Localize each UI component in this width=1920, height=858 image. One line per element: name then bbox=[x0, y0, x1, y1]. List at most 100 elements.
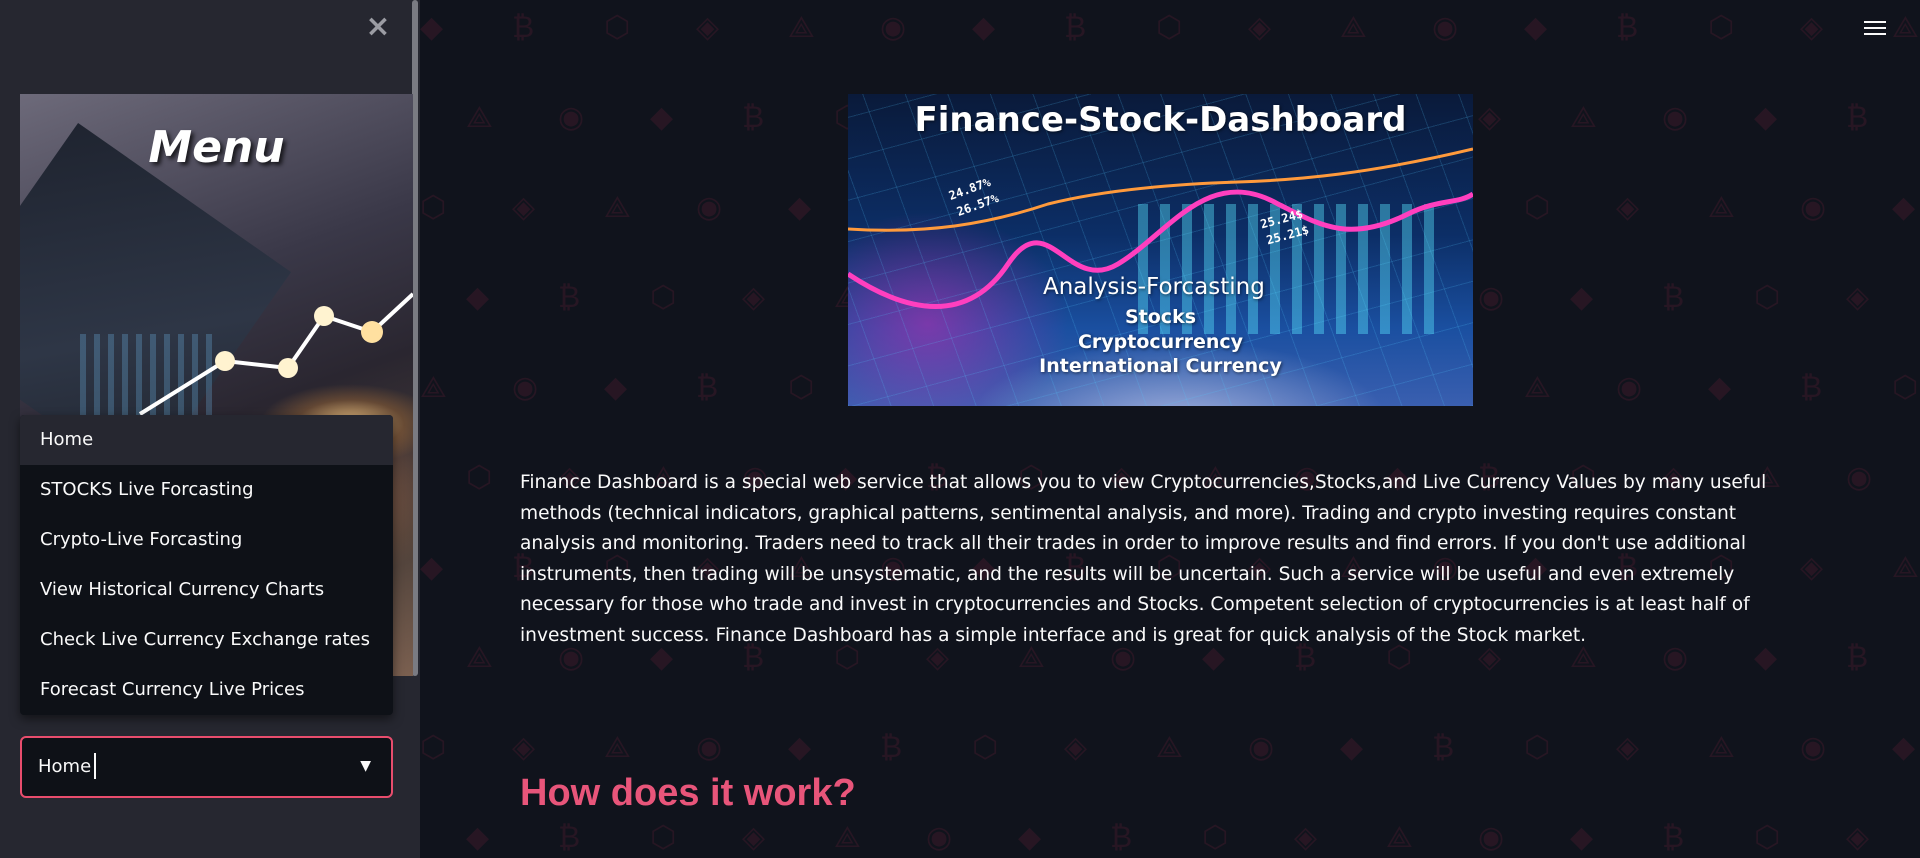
crypto-glyph-icon: ₿ bbox=[742, 100, 765, 135]
crypto-glyph-icon: ⟁ bbox=[788, 10, 815, 45]
crypto-glyph-icon: ◆ bbox=[1340, 730, 1364, 765]
menu-image-title: Menu bbox=[148, 122, 285, 173]
crypto-glyph-icon: ⟁ bbox=[466, 640, 493, 675]
crypto-glyph-icon: ◈ bbox=[1616, 730, 1640, 765]
crypto-glyph-icon: ⬡ bbox=[420, 730, 447, 765]
crypto-glyph-icon: ⟁ bbox=[1524, 370, 1551, 405]
crypto-glyph-icon: ◈ bbox=[512, 190, 536, 225]
crypto-glyph-icon: ⟁ bbox=[604, 730, 631, 765]
dropdown-option[interactable]: Forecast Currency Live Prices bbox=[20, 665, 393, 715]
crypto-glyph-icon: ₿ bbox=[1846, 100, 1869, 135]
crypto-glyph-icon: ⬡ bbox=[1754, 280, 1781, 315]
crypto-glyph-icon: ⬡ bbox=[1524, 730, 1551, 765]
crypto-glyph-icon: ⬡ bbox=[420, 190, 447, 225]
crypto-glyph-icon: ₿ bbox=[512, 10, 535, 45]
crypto-glyph-icon: ◉ bbox=[1800, 730, 1827, 765]
crypto-glyph-icon: ⟁ bbox=[420, 370, 447, 405]
crypto-glyph-icon: ⟁ bbox=[1892, 10, 1919, 45]
crypto-glyph-icon: ◉ bbox=[926, 820, 953, 855]
crypto-glyph-icon: ◈ bbox=[742, 280, 766, 315]
crypto-glyph-icon: ◆ bbox=[420, 550, 444, 585]
banner-line: Stocks bbox=[1124, 306, 1197, 328]
crypto-glyph-icon: ⬡ bbox=[1754, 820, 1781, 855]
crypto-glyph-icon: ◉ bbox=[558, 100, 585, 135]
crypto-glyph-icon: ◆ bbox=[1892, 730, 1916, 765]
crypto-glyph-icon: ◈ bbox=[742, 820, 766, 855]
crypto-glyph-icon: ₿ bbox=[1800, 370, 1823, 405]
crypto-glyph-icon: ⟁ bbox=[1708, 190, 1735, 225]
crypto-glyph-icon: ⟁ bbox=[466, 100, 493, 135]
crypto-glyph-icon: ◉ bbox=[1478, 820, 1505, 855]
crypto-glyph-icon: ⬡ bbox=[1708, 10, 1735, 45]
crypto-glyph-icon: ⟁ bbox=[1892, 550, 1919, 585]
crypto-glyph-icon: ◈ bbox=[1064, 730, 1088, 765]
crypto-glyph-icon: ₿ bbox=[1064, 10, 1087, 45]
crypto-glyph-icon: ◉ bbox=[1478, 280, 1505, 315]
crypto-glyph-icon: ⟁ bbox=[1386, 820, 1413, 855]
crypto-glyph-icon: ⬡ bbox=[604, 10, 631, 45]
crypto-glyph-icon: ⟁ bbox=[1570, 100, 1597, 135]
crypto-glyph-icon: ◉ bbox=[696, 190, 723, 225]
hamburger-icon[interactable] bbox=[1864, 18, 1886, 40]
crypto-glyph-icon: ⟁ bbox=[1708, 730, 1735, 765]
crypto-glyph-icon: ◆ bbox=[466, 820, 490, 855]
dropdown-option[interactable]: Home bbox=[20, 415, 393, 465]
crypto-glyph-icon: ◈ bbox=[1846, 280, 1870, 315]
banner-line: International Currency bbox=[1039, 355, 1282, 377]
intro-description: Finance Dashboard is a special web servi… bbox=[520, 472, 1767, 646]
crypto-glyph-icon: ⬡ bbox=[1202, 820, 1229, 855]
crypto-glyph-icon: ◈ bbox=[1616, 190, 1640, 225]
sidebar: × Menu Home STOCKS Live Forcasting Crypto-… bbox=[0, 0, 420, 858]
banner-title: Finance-Stock-Dashboard bbox=[914, 100, 1407, 140]
crypto-glyph-icon: ◆ bbox=[1570, 280, 1594, 315]
crypto-glyph-icon: ⟁ bbox=[1340, 10, 1367, 45]
banner-line: Cryptocurrency bbox=[1077, 331, 1244, 353]
how-it-works-heading: How does it work? bbox=[520, 772, 856, 814]
crypto-glyph-icon: ◆ bbox=[788, 730, 812, 765]
crypto-glyph-icon: ◉ bbox=[696, 730, 723, 765]
close-sidebar-button[interactable]: × bbox=[364, 12, 392, 42]
crypto-glyph-icon: ◆ bbox=[1524, 10, 1548, 45]
crypto-glyph-icon: ◉ bbox=[512, 370, 539, 405]
crypto-glyph-icon: ₿ bbox=[1432, 730, 1455, 765]
crypto-glyph-icon: ◉ bbox=[880, 10, 907, 45]
crypto-glyph-icon: ◉ bbox=[1800, 190, 1827, 225]
crypto-glyph-icon: ⬡ bbox=[1524, 190, 1551, 225]
crypto-glyph-icon: ₿ bbox=[558, 820, 581, 855]
dropdown-option[interactable]: Crypto-Live Forcasting bbox=[20, 515, 393, 565]
crypto-glyph-icon: ◆ bbox=[972, 10, 996, 45]
crypto-glyph-icon: ₿ bbox=[880, 730, 903, 765]
crypto-glyph-icon: ◈ bbox=[1800, 10, 1824, 45]
crypto-glyph-icon: ⬡ bbox=[788, 370, 815, 405]
crypto-glyph-icon: ◆ bbox=[1018, 820, 1042, 855]
crypto-glyph-icon: ◉ bbox=[1432, 10, 1459, 45]
crypto-glyph-icon: ⬡ bbox=[1892, 370, 1919, 405]
crypto-glyph-icon: ⟁ bbox=[1156, 730, 1183, 765]
crypto-glyph-icon: ₿ bbox=[1846, 640, 1869, 675]
chevron-down-icon[interactable]: ▼ bbox=[360, 758, 371, 774]
crypto-glyph-icon: ⬡ bbox=[466, 460, 493, 495]
crypto-glyph-icon: ◉ bbox=[1662, 100, 1689, 135]
dashboard-banner-image: Finance-Stock-Dashboard 24.87% 26.57% 25… bbox=[848, 94, 1473, 406]
crypto-glyph-icon: ⬡ bbox=[650, 820, 677, 855]
dropdown-option[interactable]: STOCKS Live Forcasting bbox=[20, 465, 393, 515]
text-cursor bbox=[94, 753, 96, 779]
crypto-glyph-icon: ◉ bbox=[1846, 460, 1873, 495]
crypto-glyph-icon: ◈ bbox=[1800, 550, 1824, 585]
crypto-glyph-icon: ◆ bbox=[420, 10, 444, 45]
crypto-glyph-icon: ◆ bbox=[1570, 820, 1594, 855]
page-select-box[interactable]: Home ▼ bbox=[20, 736, 393, 798]
crypto-glyph-icon: ◈ bbox=[512, 730, 536, 765]
crypto-glyph-icon: ⬡ bbox=[972, 730, 999, 765]
crypto-glyph-icon: ◆ bbox=[650, 100, 674, 135]
crypto-glyph-icon: ₿ bbox=[1616, 10, 1639, 45]
crypto-glyph-icon: ◆ bbox=[1708, 370, 1732, 405]
crypto-glyph-icon: ₿ bbox=[558, 280, 581, 315]
crypto-glyph-icon: ◈ bbox=[696, 10, 720, 45]
crypto-glyph-icon: ◆ bbox=[466, 280, 490, 315]
banner-subtitle: Analysis-Forcasting bbox=[1043, 274, 1265, 300]
dropdown-option[interactable]: View Historical Currency Charts bbox=[20, 565, 393, 615]
dropdown-option[interactable]: Check Live Currency Exchange rates bbox=[20, 615, 393, 665]
crypto-glyph-icon: ◆ bbox=[788, 190, 812, 225]
crypto-glyph-icon: ◉ bbox=[1616, 370, 1643, 405]
